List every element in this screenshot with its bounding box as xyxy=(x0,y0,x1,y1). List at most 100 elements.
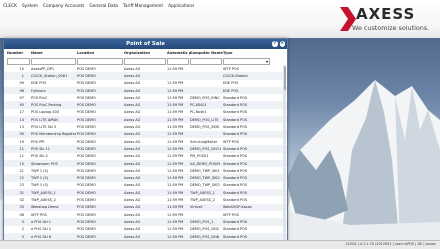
table-row[interactable]: 97 POS RinC POS DEMO Axess AG 11:59 PM DEMO_P… xyxy=(4,94,287,101)
table-row[interactable]: 22 TWP 2 (S) POS DEMO Axess AG 11:59 PM DEMO_… xyxy=(4,174,287,182)
cell-computer-name: DEMO_POS_SKIS xyxy=(190,125,220,130)
cell-organization: Axess AG xyxy=(124,95,141,100)
cell-automatic: 11:59 PM xyxy=(167,103,184,108)
cell-number: 10 xyxy=(19,66,24,71)
table-row[interactable]: 95 POS RinC Parking POS DEMO Axess AG 11:59 … xyxy=(4,101,287,109)
table-row[interactable]: 35 Webshop Demo POS DEMO Axess AG 11:59 PM Vi… xyxy=(4,203,287,211)
cell-number: 14 xyxy=(19,117,24,122)
filter-location-input[interactable] xyxy=(77,58,123,65)
cell-computer-name: DEMO_POS_SKI11 xyxy=(190,146,222,151)
table-row[interactable]: 1 CLECK_Station_0061 POS DEMO Axess AG CLECK… xyxy=(4,72,287,80)
cell-type: Standard POS xyxy=(223,125,248,130)
cell-computer-name: DEMO_POS_SKI2 xyxy=(190,227,220,232)
cell-name: Fullinom xyxy=(31,88,46,93)
app-header: CLECK System Company Accounts General Da… xyxy=(0,0,440,38)
cell-number: 35 xyxy=(19,205,24,210)
table-row[interactable]: 98 WTP POS POS DEMO Axess AG 11:59 PM WTP POS xyxy=(4,211,287,218)
menu-item-general-data[interactable]: General Data xyxy=(89,4,118,9)
cell-computer-name: PC-XINC4 xyxy=(190,103,207,108)
cell-number: 32 xyxy=(19,198,24,203)
cell-organization: Axess AG xyxy=(124,146,141,151)
column-type[interactable]: Type xyxy=(223,51,232,55)
table-row[interactable]: 15 Showroom POS POS DEMO Axess AG 11:59 PM AX… xyxy=(4,159,287,168)
column-location[interactable]: Location xyxy=(77,51,94,55)
menu-item-company-accounts[interactable]: Company Accounts xyxy=(43,4,84,9)
cell-organization: Axess AG xyxy=(124,103,141,108)
close-icon[interactable]: × xyxy=(279,41,285,47)
status-text: CLECK | 4.1.1.70 (2012001 | user=APOS | … xyxy=(345,242,436,246)
cell-location: POS DEMO xyxy=(77,66,96,71)
cell-name: Showroom POS xyxy=(31,161,58,166)
vertical-scrollbar[interactable] xyxy=(283,65,286,243)
filter-name-input[interactable] xyxy=(31,58,76,65)
scrollbar-thumb[interactable] xyxy=(283,66,286,90)
cell-type: Standard POS xyxy=(223,154,248,159)
cell-organization: Axess AG xyxy=(124,198,141,203)
table-row[interactable]: 2 a POS Ski 2 POS DEMO Axess AG 11:59 PM DEMO… xyxy=(4,226,287,233)
cell-location: POS DEMO xyxy=(77,88,96,93)
cell-organization: Axess AG xyxy=(124,219,141,224)
cell-organization: Axess AG xyxy=(124,190,141,195)
menu-item-cleck[interactable]: CLECK xyxy=(3,4,17,9)
cell-number: 23 xyxy=(19,183,24,188)
cell-type: Standard POS xyxy=(223,168,248,173)
column-automatic[interactable]: Automatic p xyxy=(167,51,192,55)
cell-automatic: 11:59 PM xyxy=(167,146,184,151)
table-row[interactable]: 99 EDE POS POS DEMO Axess AG 11:59 PM EDE POS xyxy=(4,80,287,87)
table-row[interactable]: 11 POS Ski 11 POS DEMO Axess AG 11:59 PM DEMO… xyxy=(4,145,287,153)
table-row[interactable]: 96 Fullinom POS DEMO Axess AG 11:59 PM EDE PO… xyxy=(4,86,287,95)
filter-organization-input[interactable] xyxy=(124,58,166,65)
cell-type: CLECK-Station xyxy=(223,73,248,78)
cell-number: 98 xyxy=(19,212,24,217)
cell-type: EDE POS xyxy=(223,81,239,86)
cell-type: Standard POS xyxy=(223,183,248,188)
cell-number: 19 xyxy=(19,139,24,144)
table-row[interactable]: 14 POS LITE JAPAN POS DEMO Axess AG 11:59 PM… xyxy=(4,116,287,124)
column-organization[interactable]: Organization xyxy=(124,51,150,55)
column-name[interactable]: Name xyxy=(31,51,43,55)
table-row[interactable]: 23 TWP 3 (S) POS DEMO Axess AG 11:59 PM DEMO_… xyxy=(4,182,287,189)
cell-location: POS DEMO xyxy=(77,212,96,217)
cell-location: POS DEMO xyxy=(77,132,96,137)
table-row[interactable]: 11 POS Ski 4 POS DEMO Axess AG 11:59 PM PM_PO… xyxy=(4,153,287,160)
cell-name: POS LITE JAPAN xyxy=(31,117,58,122)
cell-location: POS DEMO xyxy=(77,161,96,166)
menu-item-applications[interactable]: Applications xyxy=(168,4,194,9)
menu-item-tariff-management[interactable]: Tariff Management xyxy=(123,4,163,9)
menu-item-system[interactable]: System xyxy=(22,4,38,9)
cell-name: a POS Ski 2 xyxy=(31,227,52,232)
cell-name: TWP 3 (S) xyxy=(31,183,49,188)
cell-location: POS DEMO xyxy=(77,198,96,203)
column-number[interactable]: Number xyxy=(7,51,23,55)
cell-type: Standard POS xyxy=(223,190,248,195)
cell-organization: Axess AG xyxy=(124,154,141,159)
cell-name: AxessPP_DP1 xyxy=(31,66,55,71)
column-computer-name[interactable]: Computer Name xyxy=(190,51,223,55)
table-row[interactable]: 31 TWP_AXESS_1 POS DEMO Axess AG 11:59 PM TWP… xyxy=(4,189,287,197)
table-row[interactable]: 32 TWP_AXESS_2 POS DEMO Axess AG 11:59 PM TWP… xyxy=(4,196,287,203)
cell-name: WTP POS xyxy=(31,212,47,217)
table-row[interactable]: 10 AxessPP_DP1 POS DEMO Axess AG 11:59 PM WTP… xyxy=(4,65,287,72)
filter-type-select[interactable]: ▾ xyxy=(223,58,270,65)
cell-computer-name: PM_POS01 xyxy=(190,154,209,159)
filter-automatic-input[interactable] xyxy=(167,58,189,65)
cell-type: Standard POS xyxy=(223,132,248,137)
filter-number-input[interactable] xyxy=(7,58,30,65)
cell-automatic: 11:59 PM xyxy=(167,212,184,217)
cell-location: POS DEMO xyxy=(77,234,96,239)
table-row[interactable]: 19 POS PPI POS DEMO Axess AG 11:59 PM Schulun… xyxy=(4,138,287,145)
brand-tagline: We customize solutions. xyxy=(352,24,430,32)
cell-location: POS DEMO xyxy=(77,110,96,115)
filter-computer-name-input[interactable] xyxy=(190,58,222,65)
cell-organization: Axess AG xyxy=(124,132,141,137)
cell-name: a POS Ski 1 xyxy=(31,219,52,224)
cell-name: POS PPI xyxy=(31,139,45,144)
table-row[interactable]: 21 TWP 1 (S) POS DEMO Axess AG 11:59 PM DEMO_… xyxy=(4,167,287,174)
table-row[interactable]: 17 POS Laptop 400 POS DEMO Axess AG 11:59 PM… xyxy=(4,109,287,116)
help-icon[interactable]: ? xyxy=(272,41,278,47)
table-row[interactable]: 90 POS Membership RegistrationPOS DEMO Axe… xyxy=(4,130,287,138)
table-row[interactable]: 5 a POS Ski 1 POS DEMO Axess AG 11:59 PM DEMO… xyxy=(4,218,287,226)
cell-organization: Axess AG xyxy=(124,168,141,173)
cell-computer-name: DEMO_TWP_SKI3 xyxy=(190,183,220,188)
table-row[interactable]: 13 POS LITE Ski 5 POS DEMO Axess AG 11:59 PM… xyxy=(4,123,287,130)
